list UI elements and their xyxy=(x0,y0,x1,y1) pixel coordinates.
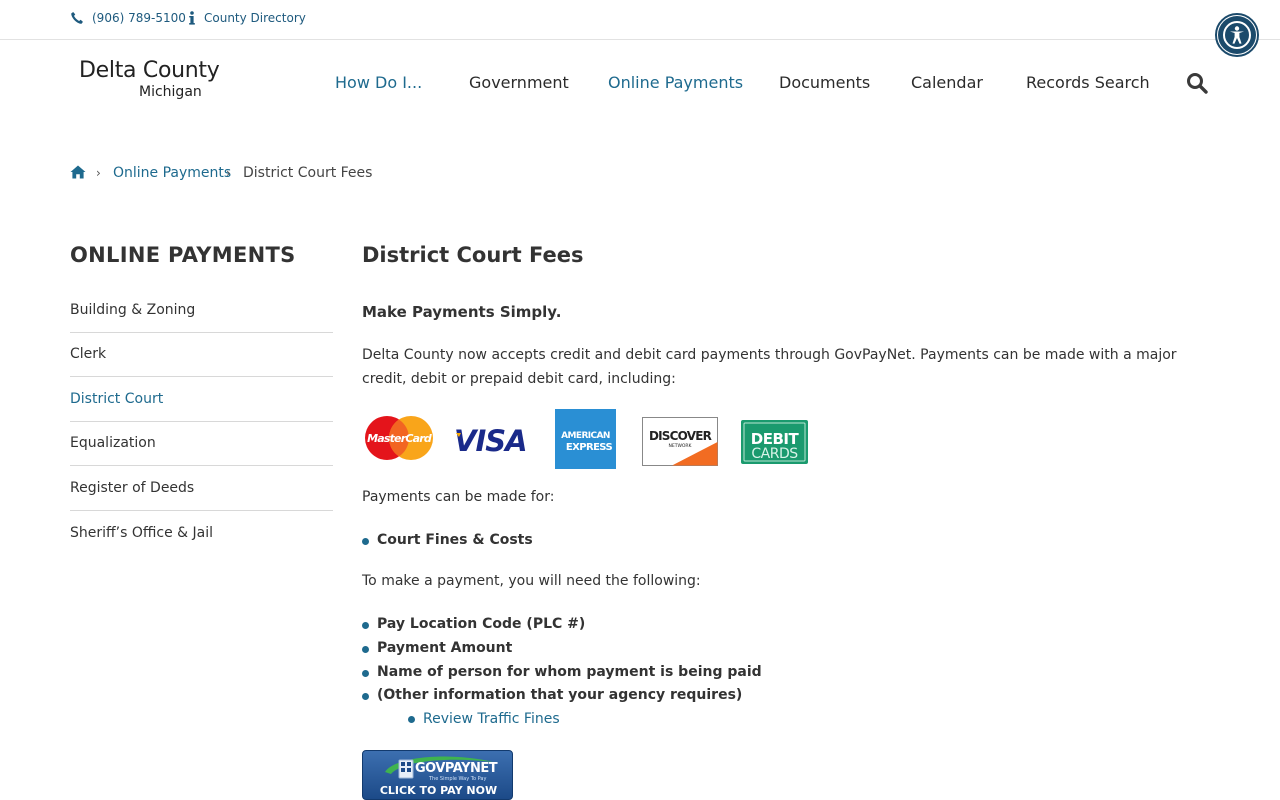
pay-now-label: CLICK TO PAY NOW xyxy=(379,784,498,797)
govpaynet-pay-now-button[interactable]: GOVPAYNET The Simple Way To Pay CLICK TO… xyxy=(362,750,513,800)
mastercard-logo: MasterCard xyxy=(365,416,433,460)
visa-logo: VISA xyxy=(454,424,528,456)
nav-how-do-i[interactable]: How Do I... xyxy=(335,73,422,92)
nav-documents[interactable]: Documents xyxy=(779,73,870,92)
info-icon xyxy=(189,11,195,25)
govpaynet-tagline: The Simple Way To Pay xyxy=(429,776,487,782)
svg-text:NETWORK: NETWORK xyxy=(668,443,692,449)
list-item: (Other information that your agency requ… xyxy=(362,687,742,703)
breadcrumb-chevron-icon: › xyxy=(226,166,231,180)
lead-heading: Make Payments Simply. xyxy=(362,303,562,321)
payments-for-label: Payments can be made for: xyxy=(362,489,555,505)
intro-paragraph: Delta County now accepts credit and debi… xyxy=(362,347,1177,387)
govpaynet-brand: GOVPAYNET xyxy=(415,761,498,776)
svg-text:DISCOVER: DISCOVER xyxy=(649,429,712,443)
sidebar-item-register-of-deeds[interactable]: Register of Deeds xyxy=(70,466,333,511)
sidebar-item-sheriffs-office[interactable]: Sheriff’s Office & Jail xyxy=(70,511,333,556)
breadcrumb-online-payments[interactable]: Online Payments xyxy=(113,165,231,181)
county-directory-link[interactable]: County Directory xyxy=(204,11,306,25)
list-item: Payment Amount xyxy=(362,640,512,656)
svg-text:VISA: VISA xyxy=(454,424,527,456)
svg-text:MasterCard: MasterCard xyxy=(367,432,432,445)
list-item: Name of person for whom payment is being… xyxy=(362,664,762,680)
list-item: Pay Location Code (PLC #) xyxy=(362,616,585,632)
nav-government[interactable]: Government xyxy=(469,73,569,92)
discover-logo: DISCOVER NETWORK xyxy=(642,417,718,466)
phone-icon xyxy=(71,12,83,24)
list-item: Court Fines & Costs xyxy=(362,532,533,548)
debit-cards-logo: DEBIT CARDS xyxy=(741,420,808,464)
svg-text:EXPRESS: EXPRESS xyxy=(566,442,613,453)
logo-title: Delta County xyxy=(79,58,220,83)
svg-text:CARDS: CARDS xyxy=(751,446,798,462)
sidebar-item-building-zoning[interactable]: Building & Zoning xyxy=(70,288,333,333)
top-bar: (906) 789-5100 County Directory xyxy=(0,0,1280,40)
sidebar-title: ONLINE PAYMENTS xyxy=(70,243,296,267)
nav-online-payments[interactable]: Online Payments xyxy=(608,73,743,92)
sidebar-item-district-court[interactable]: District Court xyxy=(70,377,333,422)
accessibility-icon xyxy=(1218,16,1256,54)
requirements-label: To make a payment, you will need the fol… xyxy=(362,573,701,589)
site-logo[interactable]: Delta County Michigan xyxy=(79,58,220,100)
american-express-logo: AMERICAN EXPRESS xyxy=(555,409,616,469)
nav-calendar[interactable]: Calendar xyxy=(911,73,983,92)
review-traffic-fines-link[interactable]: Review Traffic Fines xyxy=(408,711,560,727)
sidebar-item-clerk[interactable]: Clerk xyxy=(70,333,333,377)
nav-records-search[interactable]: Records Search xyxy=(1026,73,1150,92)
home-icon[interactable] xyxy=(70,165,86,179)
page-title: District Court Fees xyxy=(362,243,584,267)
sidebar-nav: Building & Zoning Clerk District Court E… xyxy=(70,288,333,555)
logo-subtitle: Michigan xyxy=(139,84,202,100)
breadcrumb-current: District Court Fees xyxy=(243,165,373,181)
breadcrumb-chevron-icon: › xyxy=(96,166,101,180)
phone-link[interactable]: (906) 789-5100 xyxy=(92,11,186,25)
accessibility-button[interactable] xyxy=(1215,13,1259,57)
svg-text:AMERICAN: AMERICAN xyxy=(561,431,610,441)
sidebar-item-equalization[interactable]: Equalization xyxy=(70,422,333,466)
search-icon[interactable] xyxy=(1186,72,1208,94)
